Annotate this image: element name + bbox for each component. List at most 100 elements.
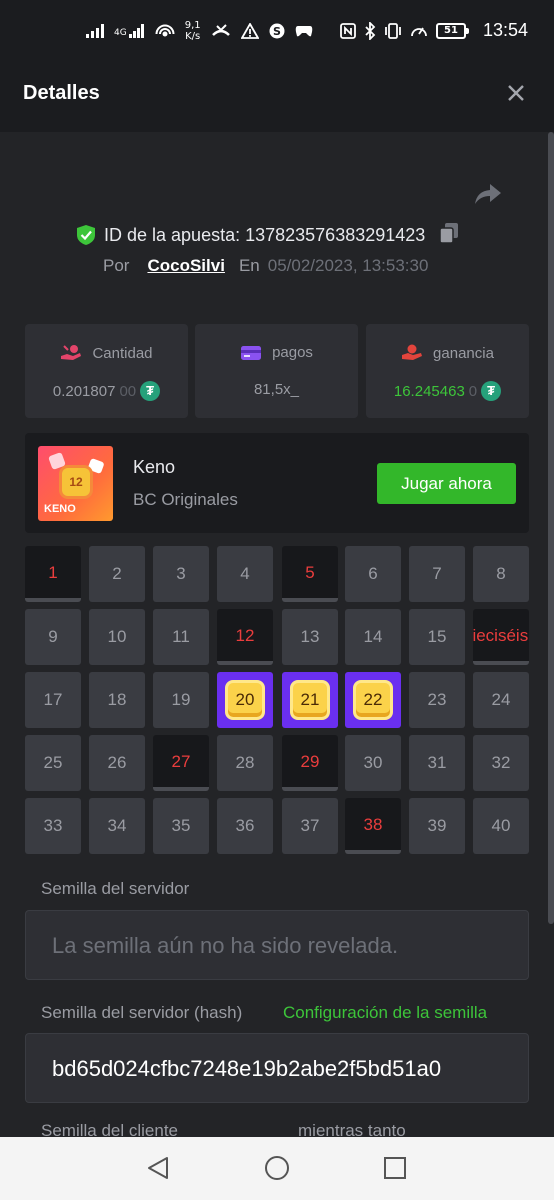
net-speed-value: 9,1 [184, 20, 201, 31]
keno-cell: 23 [409, 672, 465, 728]
stat-label-row: ganancia [366, 344, 529, 362]
keno-cell: 22 [345, 672, 401, 728]
keno-cell: 21 [282, 672, 338, 728]
keno-cell: 14 [345, 609, 401, 665]
keno-cell: 5 [282, 546, 338, 602]
thumb-text: KENO [44, 503, 76, 515]
stat-value-dim: 0 [468, 382, 478, 400]
server-seed-field[interactable]: La semilla aún no ha sido revelada. [25, 910, 529, 980]
money-hand-icon [61, 345, 82, 360]
share-icon [475, 184, 501, 204]
chip-decoration [48, 452, 66, 470]
user-link[interactable]: CocoSilvi [147, 256, 224, 276]
keno-cell: 15 [409, 609, 465, 665]
server-seed-placeholder: La semilla aún no ha sido revelada. [52, 933, 399, 958]
speedometer-icon [411, 27, 427, 36]
stat-value-dim: 00 [119, 382, 137, 400]
keno-cell: 37 [282, 798, 338, 854]
keno-cell: 8 [473, 546, 529, 602]
keno-cell: dieciséis [473, 609, 529, 665]
bet-id: ID de la apuesta: 137823576383291423 [104, 224, 426, 245]
keno-cell: 3 [153, 546, 209, 602]
clock: 13:54 [482, 20, 528, 40]
signal-4g-label: 4G [114, 28, 127, 38]
stat-label: Cantidad [92, 344, 153, 362]
status-left-icons: 4G 9,1 K/s S [86, 20, 313, 42]
server-seed-hash-field[interactable]: bd65d024cfbc7248e19b2abe2f5bd51a0 [25, 1033, 529, 1103]
recents-button[interactable] [382, 1155, 408, 1181]
svg-text:S: S [273, 25, 281, 38]
nfc-icon [340, 22, 356, 39]
bet-meta-row: Por CocoSilvi En 05/02/2023, 13:53:30 [103, 256, 428, 276]
keno-cell: 38 [345, 798, 401, 854]
stat-label: ganancia [433, 344, 494, 362]
keno-cell: 20 [217, 672, 273, 728]
details-header: Detalles [0, 62, 554, 132]
bluetooth-icon [365, 21, 376, 40]
keno-gem: 21 [290, 680, 330, 720]
keno-cell: 9 [25, 609, 81, 665]
stat-label-row: pagos [195, 344, 358, 361]
stat-card-payout: pagos 81,5x_ [195, 324, 358, 418]
keno-cell: 7 [409, 546, 465, 602]
keno-cell: 2 [89, 546, 145, 602]
hand-coin-icon [402, 344, 423, 360]
stat-card-amount: Cantidad 0.201807 00 ₮ [25, 324, 188, 418]
keno-cell: 6 [345, 546, 401, 602]
keno-cell: 28 [217, 735, 273, 791]
keno-gem: 20 [225, 680, 265, 720]
keno-cell: 39 [409, 798, 465, 854]
copy-button[interactable] [439, 222, 459, 249]
keno-cell: 11 [153, 609, 209, 665]
share-button[interactable] [474, 182, 504, 210]
missed-call-icon [211, 24, 230, 36]
keno-cell: 25 [25, 735, 81, 791]
keno-cell: 33 [25, 798, 81, 854]
chip-decoration [87, 457, 105, 475]
keno-cell: 32 [473, 735, 529, 791]
home-button[interactable] [264, 1155, 290, 1181]
keno-cell: 17 [25, 672, 81, 728]
keno-cell: 26 [89, 735, 145, 791]
keno-cell: 34 [89, 798, 145, 854]
keno-cell: 1 [25, 546, 81, 602]
net-speed: 9,1 K/s [185, 20, 201, 42]
game-controller-icon [295, 26, 312, 37]
home-circle-icon [265, 1156, 289, 1180]
game-provider: BC Originales [133, 490, 238, 509]
keno-cell: 4 [217, 546, 273, 602]
signal-icon [86, 24, 104, 38]
keno-cell: 24 [473, 672, 529, 728]
keno-cell: 35 [153, 798, 209, 854]
by-label: Por [103, 256, 130, 275]
close-icon [508, 85, 524, 101]
stat-value: 16.245463 [393, 382, 465, 400]
on-label: En [238, 256, 260, 275]
keno-grid: 123456789101112131415dieciséis1718192021… [25, 546, 530, 858]
keno-gem: 22 [353, 680, 393, 720]
thumb-number: 12 [62, 468, 90, 496]
keno-cell: 10 [89, 609, 145, 665]
keno-thumbnail[interactable]: 12 KENO [38, 446, 113, 521]
battery-level: 51 [435, 22, 466, 39]
net-speed-unit: K/s [185, 31, 201, 42]
keno-cell: 31 [409, 735, 465, 791]
back-button[interactable] [145, 1155, 171, 1181]
stat-value-row: 16.245463 0 ₮ [366, 381, 529, 401]
tether-icon: ₮ [140, 381, 161, 401]
keno-cell: 30 [345, 735, 401, 791]
signal-4g-icon: 4G [114, 24, 145, 38]
stat-value-row: 0.201807 00 ₮ [25, 381, 188, 401]
shield-check-icon [77, 225, 95, 245]
stat-label-row: Cantidad [25, 344, 188, 362]
scrollbar[interactable] [548, 132, 554, 924]
seed-config-link[interactable]: Configuración de la semilla [283, 1003, 487, 1023]
game-name: Keno [133, 457, 176, 477]
system-nav-bar [0, 1137, 554, 1200]
status-right-icons: 51 13:54 [340, 20, 528, 41]
keno-cell: 27 [153, 735, 209, 791]
server-seed-hash-label: Semilla del servidor (hash) [41, 1003, 243, 1022]
stat-value: 0.201807 [52, 382, 116, 400]
play-now-button[interactable]: Jugar ahora [377, 463, 516, 504]
close-button[interactable] [504, 82, 528, 106]
